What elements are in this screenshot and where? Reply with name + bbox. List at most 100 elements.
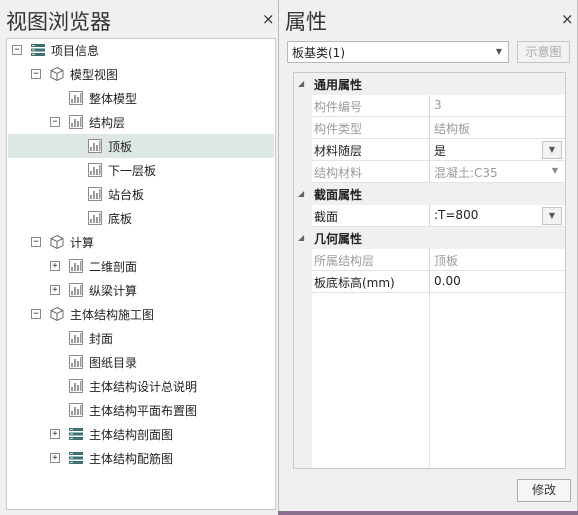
property-name: 材料随层	[314, 144, 363, 158]
property-name: 所属结构层	[314, 254, 375, 268]
tree-node[interactable]: 图纸目录	[8, 350, 274, 374]
view-icon	[68, 90, 84, 106]
tree-node-label: 模型视图	[70, 68, 119, 82]
cube-icon	[49, 306, 65, 322]
tree-node[interactable]: − 主体结构施工图	[8, 302, 274, 326]
tree-node-label: 主体结构剖面图	[89, 428, 174, 442]
preview-button[interactable]: 示意图	[517, 41, 570, 63]
info-list-icon	[30, 42, 46, 58]
modify-button[interactable]: 修改	[517, 479, 571, 502]
tree-node-label: 计算	[70, 236, 95, 250]
tree-node-label: 主体结构设计总说明	[89, 380, 198, 394]
tree-node[interactable]: + 主体结构配筋图	[8, 446, 274, 470]
column-divider	[429, 205, 430, 227]
property-value[interactable]: 0.00	[434, 274, 461, 288]
tree-node-label: 主体结构施工图	[70, 308, 155, 322]
view-icon	[87, 210, 103, 226]
property-category[interactable]: ◢ 通用属性	[294, 73, 565, 95]
property-row[interactable]: 截面:T=800 ▼	[294, 205, 565, 227]
chevron-down-icon: ▼	[495, 47, 502, 56]
tree-node-label: 封面	[89, 332, 114, 346]
tree-node-label: 站台板	[108, 188, 145, 202]
view-browser-title: 视图浏览器	[6, 10, 111, 34]
view-icon	[87, 162, 103, 178]
view-browser-panel: 视图浏览器 × − 项目信息 − 模型视图 整体模型 − 结构层 顶板 下一层板 站台板 底板 − 计算…	[0, 0, 278, 515]
tree-node[interactable]: − 结构层	[8, 110, 274, 134]
cube-icon	[49, 234, 65, 250]
property-value: 顶板	[434, 254, 459, 268]
property-row: 构件类型 结构板	[294, 117, 565, 139]
type-selector[interactable]: 板基类(1) ▼	[287, 41, 509, 63]
tree-node[interactable]: 整体模型	[8, 86, 274, 110]
property-value: 3	[434, 98, 442, 112]
property-category[interactable]: ◢ 截面属性	[294, 183, 565, 205]
row-divider	[312, 292, 565, 293]
property-value: 结构板	[434, 122, 471, 136]
property-value[interactable]: 是	[434, 142, 446, 159]
column-divider	[429, 271, 430, 293]
tree-node[interactable]: − 计算	[8, 230, 274, 254]
property-name: 构件编号	[314, 100, 363, 114]
expand-icon[interactable]: +	[50, 285, 60, 295]
tree-node[interactable]: 主体结构平面布置图	[8, 398, 274, 422]
column-divider	[429, 139, 430, 161]
tree-node[interactable]: − 模型视图	[8, 62, 274, 86]
close-icon[interactable]: ×	[561, 10, 574, 28]
tree-node[interactable]: 底板	[8, 206, 274, 230]
property-value[interactable]: :T=800	[434, 208, 478, 222]
view-icon	[87, 138, 103, 154]
view-icon	[68, 330, 84, 346]
tree-node-label: 图纸目录	[89, 356, 138, 370]
column-divider	[429, 95, 430, 117]
property-row: 所属结构层 顶板	[294, 249, 565, 271]
column-divider	[429, 117, 430, 139]
view-icon	[68, 354, 84, 370]
tree-node[interactable]: 封面	[8, 326, 274, 350]
collapse-icon[interactable]: −	[12, 45, 22, 55]
column-divider	[429, 249, 430, 271]
dropdown-button[interactable]: ▼	[542, 141, 562, 159]
dropdown-button[interactable]: ▼	[542, 207, 562, 225]
expand-icon[interactable]: +	[50, 429, 60, 439]
collapse-triangle-icon[interactable]: ◢	[298, 79, 304, 88]
tree-node-label: 整体模型	[89, 92, 138, 106]
window-bottom-border	[278, 511, 578, 515]
tree-node[interactable]: 站台板	[8, 182, 274, 206]
property-name: 构件类型	[314, 122, 363, 136]
tree-node-label: 顶板	[108, 140, 133, 154]
tree-node-label: 主体结构平面布置图	[89, 404, 198, 418]
close-icon[interactable]: ×	[262, 10, 275, 28]
view-icon	[68, 258, 84, 274]
info-list-icon	[68, 450, 84, 466]
collapse-triangle-icon[interactable]: ◢	[298, 189, 304, 198]
tree-node[interactable]: + 纵梁计算	[8, 278, 274, 302]
column-divider	[429, 271, 430, 468]
view-icon	[87, 186, 103, 202]
collapse-triangle-icon[interactable]: ◢	[298, 233, 304, 242]
property-row[interactable]: 板底标高(mm) 0.00	[294, 271, 565, 293]
tree-node[interactable]: + 二维剖面	[8, 254, 274, 278]
tree-node[interactable]: 主体结构设计总说明	[8, 374, 274, 398]
category-label: 截面属性	[314, 188, 363, 202]
tree-node[interactable]: 顶板	[8, 134, 274, 158]
column-divider	[429, 161, 430, 183]
tree-node-label: 结构层	[89, 116, 126, 130]
tree-node-label: 底板	[108, 212, 133, 226]
collapse-icon[interactable]: −	[31, 237, 41, 247]
view-icon	[68, 282, 84, 298]
tree-node[interactable]: − 项目信息	[8, 39, 274, 62]
expand-icon[interactable]: +	[50, 261, 60, 271]
collapse-icon[interactable]: −	[50, 117, 60, 127]
property-row[interactable]: 材料随层 是 ▼	[294, 139, 565, 161]
view-icon	[68, 114, 84, 130]
tree-node[interactable]: 下一层板	[8, 158, 274, 182]
property-category[interactable]: ◢ 几何属性	[294, 227, 565, 249]
property-name: 板底标高(mm)	[314, 276, 395, 290]
collapse-icon[interactable]: −	[31, 309, 41, 319]
properties-title: 属性	[285, 10, 327, 34]
view-tree: − 项目信息 − 模型视图 整体模型 − 结构层 顶板 下一层板 站台板 底板 − 计算 + 二维剖面 + 纵梁…	[6, 38, 276, 510]
tree-node-label: 二维剖面	[89, 260, 138, 274]
expand-icon[interactable]: +	[50, 453, 60, 463]
tree-node[interactable]: + 主体结构剖面图	[8, 422, 274, 446]
collapse-icon[interactable]: −	[31, 69, 41, 79]
